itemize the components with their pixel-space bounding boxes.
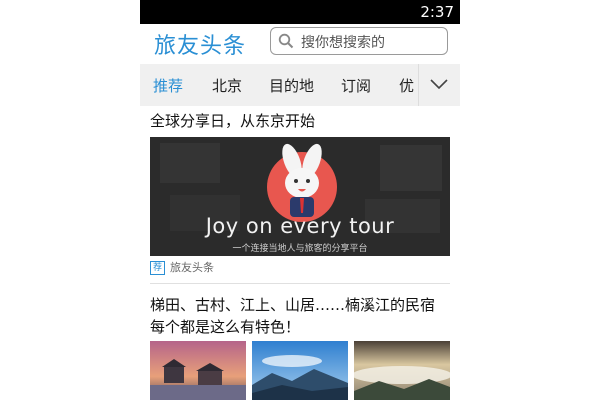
article-title-line1: 梯田、古村、江上、山居……楠溪江的民宿 xyxy=(150,296,436,314)
search-icon xyxy=(278,33,294,49)
recommend-badge: 荐 xyxy=(150,261,166,275)
divider xyxy=(150,283,450,284)
tab-subscribe[interactable]: 订阅 xyxy=(341,75,371,96)
article-thumbnail xyxy=(150,341,246,400)
article-title: 全球分享日，从东京开始 xyxy=(150,112,316,130)
tab-recommend[interactable]: 推荐 xyxy=(153,75,183,96)
phone-screen: 2:37 旅友头条 搜你想搜索的 推荐 北京 目的地 订阅 优 全球分享日，从东… xyxy=(140,0,460,400)
channel-tabs: 推荐 北京 目的地 订阅 优 xyxy=(140,64,460,106)
article-title-line2: 每个都是这么有特色！ xyxy=(150,318,301,336)
rabbit-mascot-icon xyxy=(282,143,322,217)
app-logo: 旅友头条 xyxy=(154,34,247,59)
chevron-down-icon xyxy=(430,79,448,89)
search-placeholder: 搜你想搜索的 xyxy=(301,35,385,51)
search-input[interactable]: 搜你想搜索的 xyxy=(270,27,448,55)
tab-more-partial[interactable]: 优 xyxy=(399,75,414,96)
status-bar: 2:37 xyxy=(140,0,460,24)
article-source: 荐旅友头条 xyxy=(150,259,214,275)
tab-destination[interactable]: 目的地 xyxy=(269,75,314,96)
image-tagline: Joy on every tour xyxy=(205,214,395,238)
article-image: Joy on every tour 一个连接当地人与旅客的分享平台 xyxy=(150,137,450,256)
tab-beijing[interactable]: 北京 xyxy=(212,75,242,96)
article-thumbnail xyxy=(252,341,348,400)
sea-of-clouds-photo xyxy=(354,341,450,400)
source-name: 旅友头条 xyxy=(170,261,215,274)
image-subtitle: 一个连接当地人与旅客的分享平台 xyxy=(232,244,368,254)
article-thumbnail xyxy=(354,341,450,400)
app-bar: 旅友头条 搜你想搜索的 xyxy=(140,24,460,64)
mountain-photo xyxy=(252,341,348,400)
status-time: 2:37 xyxy=(420,3,454,21)
village-photo xyxy=(150,341,246,400)
expand-tabs-button[interactable] xyxy=(418,64,460,106)
